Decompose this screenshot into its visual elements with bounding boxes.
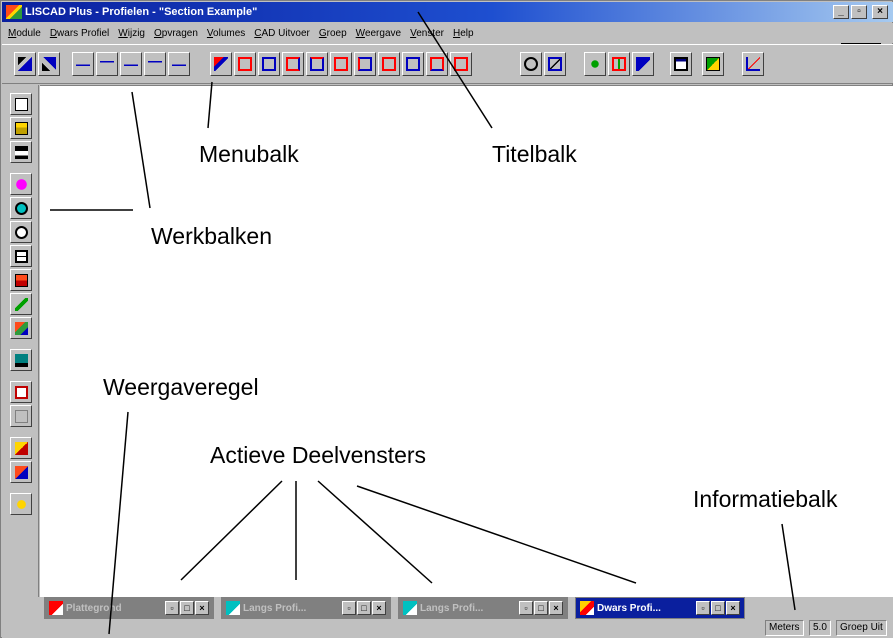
- display-icon[interactable]: [10, 349, 32, 371]
- status-units: Meters: [765, 620, 804, 636]
- pan-icon[interactable]: [10, 173, 32, 195]
- profile-2-icon[interactable]: [96, 52, 118, 76]
- save-icon[interactable]: [10, 141, 32, 163]
- status-bar: Meters 5.0 Groep Uit: [2, 619, 893, 638]
- annotation-weergaveregel: Weergaveregel: [103, 374, 259, 400]
- zoom-area-icon[interactable]: [520, 52, 542, 76]
- template-2-icon[interactable]: [258, 52, 280, 76]
- annotation-informatiebalk: Informatiebalk: [693, 486, 838, 512]
- zoom-out-icon[interactable]: [10, 221, 32, 243]
- restore-button[interactable]: ▫: [696, 601, 710, 615]
- close-button[interactable]: ×: [726, 601, 740, 615]
- template-3-icon[interactable]: [282, 52, 304, 76]
- edit-report-icon[interactable]: [10, 461, 32, 483]
- restore-button[interactable]: ▫: [342, 601, 356, 615]
- annotation-menubalk: Menubalk: [199, 141, 299, 167]
- open-file-icon[interactable]: [10, 117, 32, 139]
- select-all-icon[interactable]: [38, 52, 60, 76]
- mini-window-title: Plattegrond: [66, 602, 122, 614]
- template-1-icon[interactable]: [234, 52, 256, 76]
- menu-opvragen[interactable]: Opvragen: [154, 28, 198, 39]
- graph-icon[interactable]: [742, 52, 764, 76]
- menu-volumes[interactable]: Volumes: [207, 28, 245, 39]
- profile-1-icon[interactable]: [72, 52, 94, 76]
- menu-dwars-profiel[interactable]: Dwars Profiel: [50, 28, 109, 39]
- left-toolbar: [2, 85, 39, 597]
- main-toolbar: [2, 44, 893, 84]
- restore-button[interactable]: ▫: [519, 601, 533, 615]
- profile-4-icon[interactable]: [144, 52, 166, 76]
- mini-window-langs-profiel-2[interactable]: Langs Profi... ▫ □ ×: [398, 597, 568, 619]
- title-bar[interactable]: LISCAD Plus - Profielen - "Section Examp…: [2, 2, 893, 22]
- menu-venster[interactable]: Venster: [410, 28, 444, 39]
- menu-wijzig[interactable]: Wijzig: [118, 28, 145, 39]
- disabled-icon[interactable]: [10, 405, 32, 427]
- menu-module[interactable]: Module: [8, 28, 41, 39]
- help-icon[interactable]: [10, 493, 32, 515]
- mini-window-title: Dwars Profi...: [597, 602, 661, 614]
- menu-help[interactable]: Help: [453, 28, 474, 39]
- mini-window-langs-profiel-1[interactable]: Langs Profi... ▫ □ ×: [221, 597, 391, 619]
- profile-icon: [403, 601, 417, 615]
- close-button[interactable]: ×: [549, 601, 563, 615]
- maximize-button[interactable]: □: [357, 601, 371, 615]
- close-button[interactable]: ×: [872, 5, 888, 19]
- workspace[interactable]: [40, 85, 893, 597]
- profile-3-icon[interactable]: [120, 52, 142, 76]
- layers-icon[interactable]: [10, 269, 32, 291]
- section-icon: [580, 601, 594, 615]
- liscad-window: LISCAD Plus - Profielen - "Section Examp…: [0, 0, 893, 638]
- annotation-titelbalk: Titelbalk: [492, 141, 577, 167]
- menu-groep[interactable]: Groep: [319, 28, 347, 39]
- edit-icon[interactable]: [210, 52, 232, 76]
- frame-icon[interactable]: [10, 245, 32, 267]
- restore-button[interactable]: ▫: [165, 601, 179, 615]
- annotation-actieve-deelvensters: Actieve Deelvensters: [210, 442, 427, 468]
- template-5-icon[interactable]: [330, 52, 352, 76]
- status-group: Groep Uit: [836, 620, 887, 636]
- insert-icon[interactable]: [608, 52, 630, 76]
- flag-icon[interactable]: [632, 52, 654, 76]
- template-4-icon[interactable]: [306, 52, 328, 76]
- export-icon[interactable]: [702, 52, 724, 76]
- mini-window-title: Langs Profi...: [420, 602, 484, 614]
- profile-icon: [226, 601, 240, 615]
- template-7-icon[interactable]: [378, 52, 400, 76]
- new-file-icon[interactable]: [10, 93, 32, 115]
- template-10-icon[interactable]: [450, 52, 472, 76]
- mini-window-plattegrond[interactable]: Plattegrond ▫ □ ×: [44, 597, 214, 619]
- maximize-button[interactable]: □: [180, 601, 194, 615]
- star-icon[interactable]: [584, 52, 606, 76]
- minimize-button[interactable]: _: [833, 5, 849, 19]
- annotation-werkbalken: Werkbalken: [151, 223, 273, 249]
- map-icon[interactable]: [10, 317, 32, 339]
- zoom-in-icon[interactable]: [10, 197, 32, 219]
- plan-icon: [49, 601, 63, 615]
- pencil-icon[interactable]: [10, 293, 32, 315]
- zoom-fit-icon[interactable]: [544, 52, 566, 76]
- profile-5-icon[interactable]: [168, 52, 190, 76]
- menu-bar: Module Dwars Profiel Wijzig Opvragen Vol…: [2, 23, 893, 46]
- mini-window-dwars-profiel[interactable]: Dwars Profi... ▫ □ ×: [575, 597, 745, 619]
- maximize-button[interactable]: □: [534, 601, 548, 615]
- app-icon[interactable]: [6, 5, 22, 19]
- template-6-icon[interactable]: [354, 52, 376, 76]
- close-button[interactable]: ×: [195, 601, 209, 615]
- maximize-button[interactable]: □: [711, 601, 725, 615]
- close-button[interactable]: ×: [372, 601, 386, 615]
- window-icon[interactable]: [670, 52, 692, 76]
- restore-button[interactable]: ▫: [851, 5, 867, 19]
- select-icon[interactable]: [14, 52, 36, 76]
- template-8-icon[interactable]: [402, 52, 424, 76]
- menu-cad-uitvoer[interactable]: CAD Uitvoer: [254, 28, 310, 39]
- status-scale: 5.0: [809, 620, 831, 636]
- info-icon[interactable]: [10, 381, 32, 403]
- template-9-icon[interactable]: [426, 52, 448, 76]
- window-title: LISCAD Plus - Profielen - "Section Examp…: [25, 6, 258, 18]
- bottom-area: Plattegrond ▫ □ × Langs Profi... ▫ □ × L…: [2, 597, 893, 638]
- menu-weergave[interactable]: Weergave: [356, 28, 401, 39]
- report-icon[interactable]: [10, 437, 32, 459]
- mini-window-title: Langs Profi...: [243, 602, 307, 614]
